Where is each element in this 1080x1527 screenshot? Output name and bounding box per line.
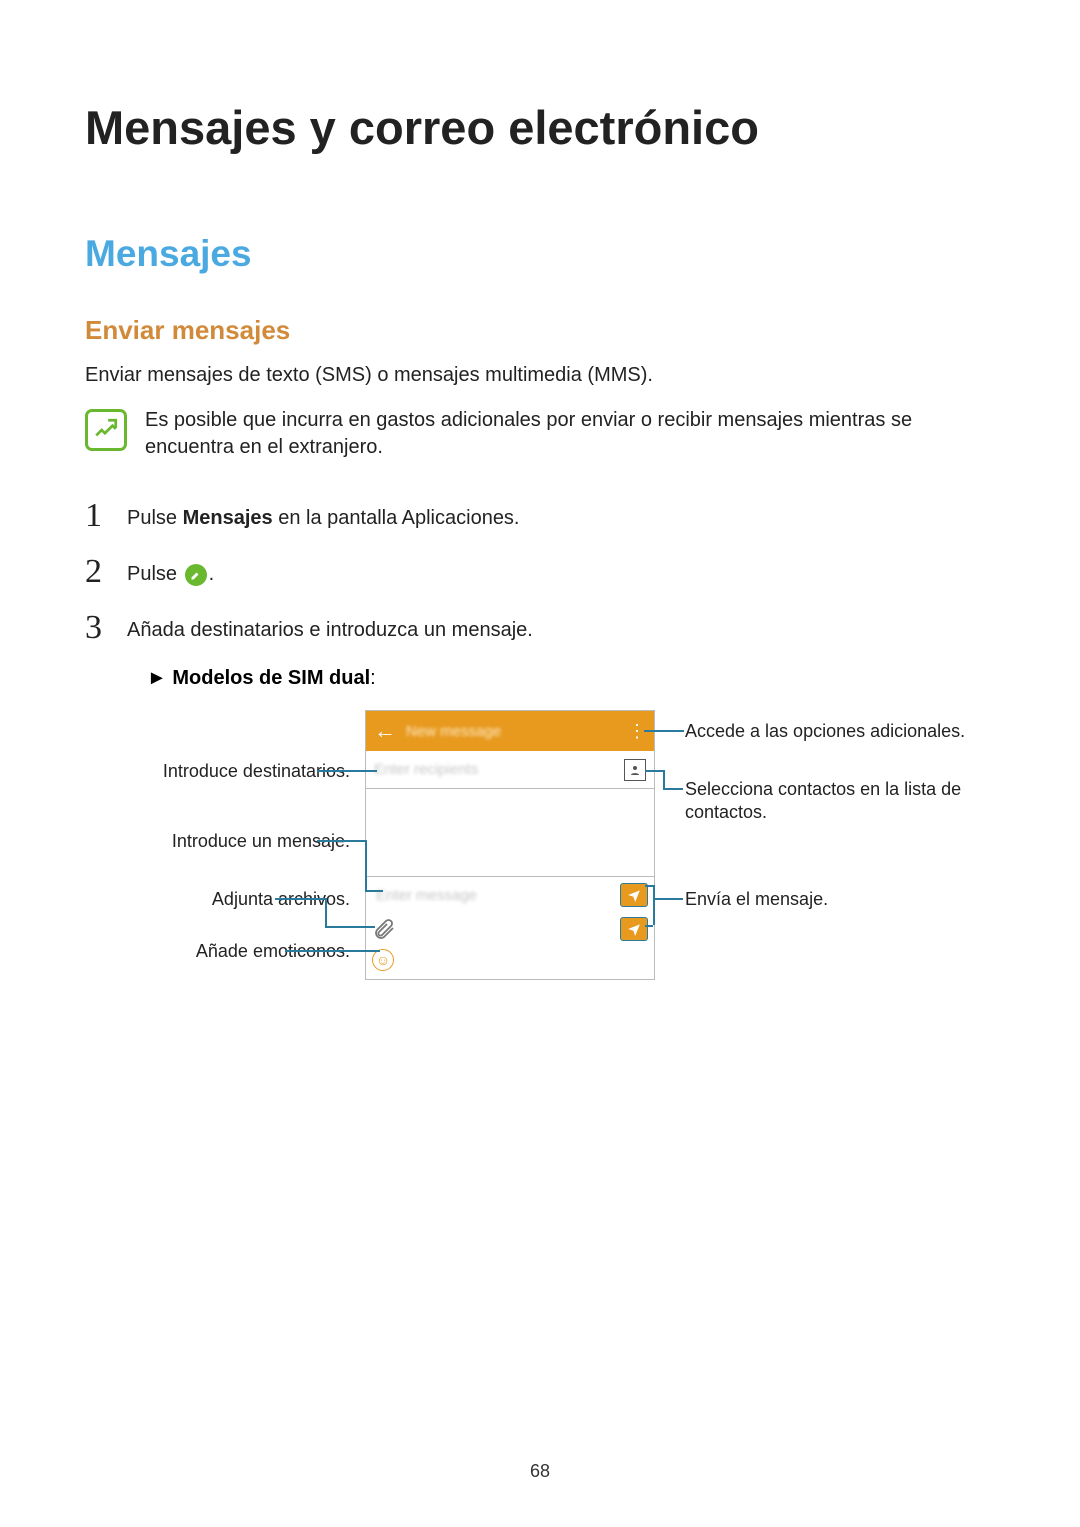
subsection-heading: Enviar mensajes [85, 315, 995, 346]
step-number: 3 [85, 611, 107, 645]
step-1: 1 Pulse Mensajes en la pantalla Aplicaci… [85, 499, 995, 533]
callout-line [317, 840, 365, 842]
phone-header: ← New message ⋮ [366, 711, 654, 751]
callout-send: Envía el mensaje. [685, 888, 985, 911]
marker: ► [147, 667, 172, 689]
emoji-icon: ☺ [372, 949, 394, 971]
contacts-icon [624, 759, 646, 781]
callout-line [325, 926, 375, 928]
page-number: 68 [0, 1461, 1080, 1482]
section-heading: Mensajes [85, 233, 995, 275]
phone-mock: ← New message ⋮ Enter recipients Enter m… [365, 710, 655, 980]
step-text: Pulse Mensajes en la pantalla Aplicacion… [127, 499, 520, 530]
callout-line [317, 770, 377, 772]
message-input-row2 [366, 913, 654, 949]
phone-header-title: New message [406, 723, 501, 740]
callout-emoji: Añade emoticonos. [85, 940, 350, 963]
note-text: Es posible que incurra en gastos adicion… [145, 407, 995, 461]
callout-line [285, 950, 380, 952]
intro-text: Enviar mensajes de texto (SMS) o mensaje… [85, 364, 995, 387]
diagram: ← New message ⋮ Enter recipients Enter m… [85, 710, 995, 1040]
step-3: 3 Añada destinatarios e introduzca un me… [85, 611, 995, 645]
callout-message: Introduce un mensaje. [85, 830, 350, 853]
compose-icon [185, 564, 207, 586]
callout-line [275, 898, 325, 900]
step-text: Añada destinatarios e introduzca un mens… [127, 611, 533, 642]
step-number: 2 [85, 555, 107, 589]
message-placeholder: Enter message [372, 887, 612, 904]
back-icon: ← [374, 718, 396, 744]
step-text: Pulse . [127, 555, 214, 586]
callout-line [325, 898, 327, 926]
recipients-placeholder: Enter recipients [374, 761, 478, 778]
callout-line [645, 925, 653, 927]
step-3-sub: ► Modelos de SIM dual: [147, 667, 995, 690]
message-input-row: Enter message [366, 877, 654, 913]
callout-line [663, 770, 665, 788]
page-title: Mensajes y correo electrónico [85, 100, 995, 155]
emoji-row: ☺ [366, 949, 654, 979]
recipients-row: Enter recipients [366, 751, 654, 789]
send-column [620, 883, 648, 907]
callout-line [645, 770, 663, 772]
note-block: Es posible que incurra en gastos adicion… [85, 407, 995, 461]
bold-text: Modelos de SIM dual [172, 667, 370, 689]
text: : [370, 667, 376, 689]
send-icon-2 [620, 917, 648, 941]
note-icon [85, 409, 127, 451]
text: Pulse [127, 563, 183, 585]
callout-line [663, 788, 683, 790]
callout-line [653, 898, 683, 900]
callout-line [645, 885, 653, 887]
step-number: 1 [85, 499, 107, 533]
callout-line [365, 840, 367, 890]
text: en la pantalla Aplicaciones. [273, 507, 520, 529]
callout-line [365, 890, 383, 892]
callout-line [653, 885, 655, 925]
text: Pulse [127, 507, 183, 529]
step-2: 2 Pulse . [85, 555, 995, 589]
attach-icon [372, 917, 396, 941]
text: . [209, 563, 215, 585]
callout-more-options: Accede a las opciones adicionales. [685, 720, 985, 743]
callout-recipients: Introduce destinatarios. [85, 760, 350, 783]
callout-attach: Adjunta archivos. [85, 888, 350, 911]
send-icon-1 [620, 883, 648, 907]
message-body-area [366, 789, 654, 877]
bold-text: Mensajes [183, 507, 273, 529]
callout-contacts: Selecciona contactos en la lista de cont… [685, 778, 995, 825]
callout-line [644, 730, 684, 732]
